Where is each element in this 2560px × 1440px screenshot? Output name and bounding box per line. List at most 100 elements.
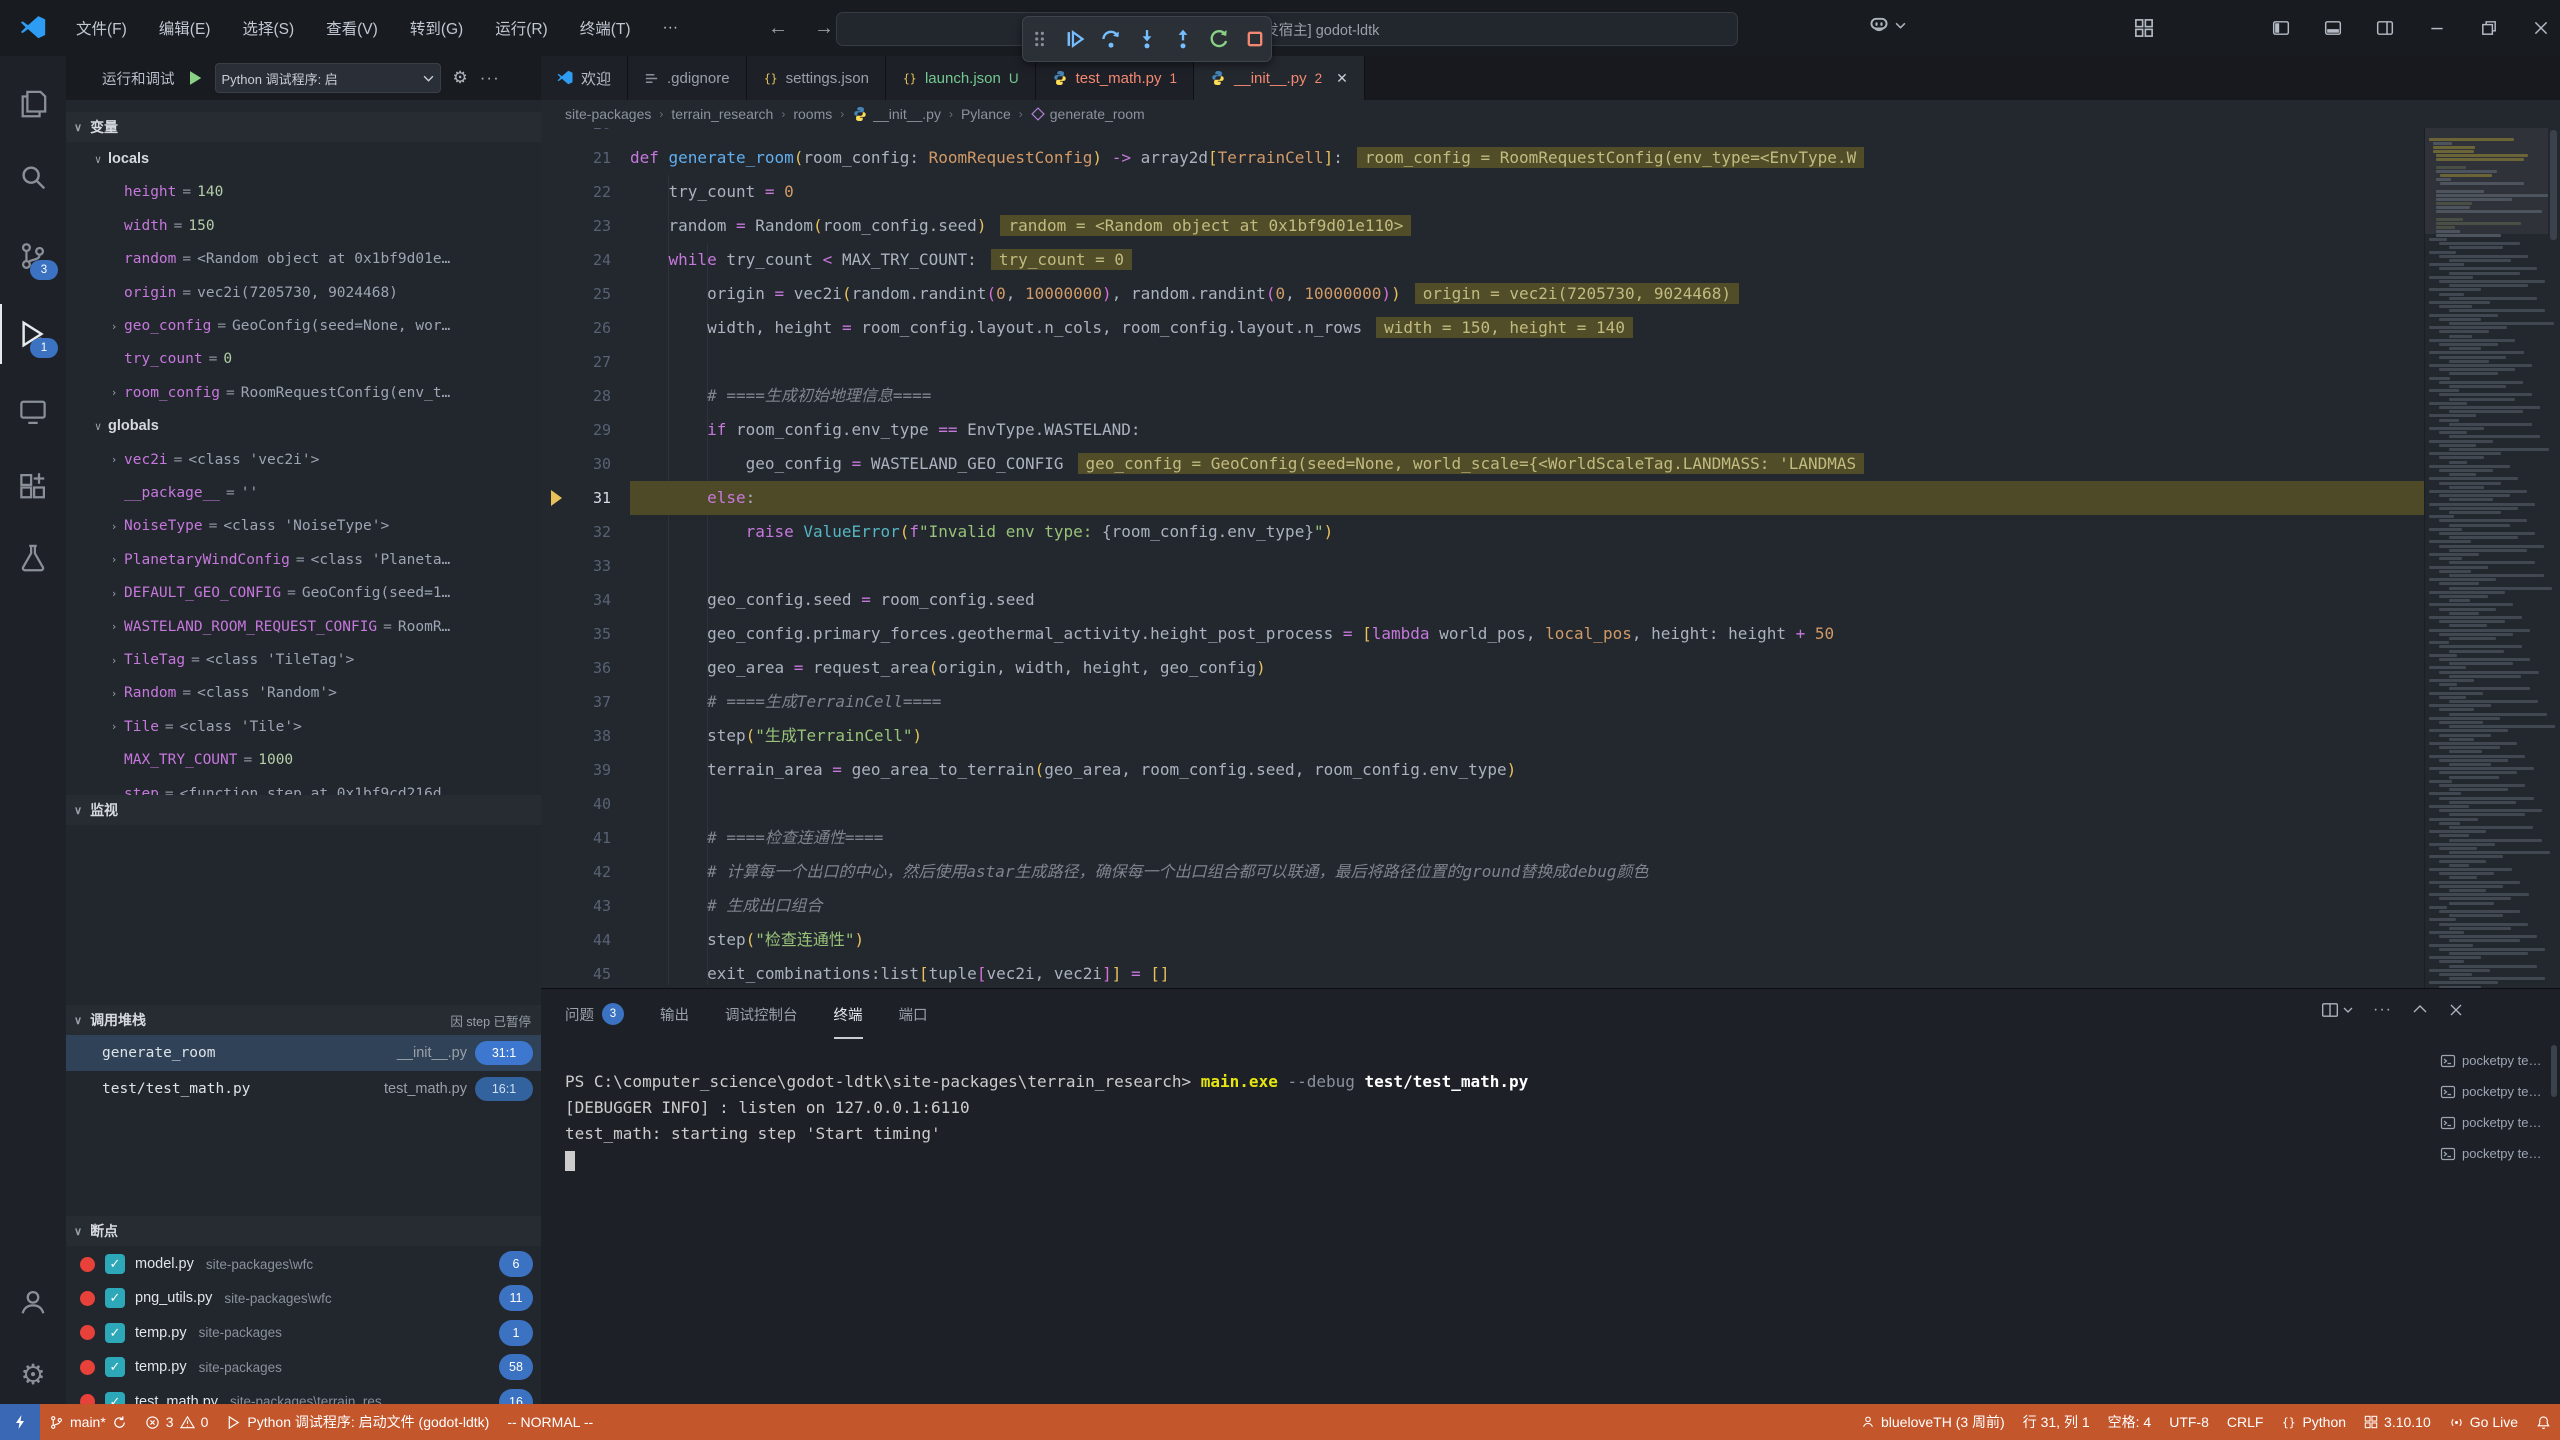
status-item-空格: 4[interactable]: 空格: 4	[2099, 1404, 2161, 1440]
code-line-41[interactable]: 41 # ====检查连通性====	[541, 821, 2424, 855]
restart-icon[interactable]	[1206, 26, 1232, 52]
variable-row[interactable]: MAX_TRY_COUNT=1000	[66, 743, 541, 777]
tab-__init__.py[interactable]: __init__.py2✕	[1194, 56, 1365, 100]
section-breakpoints[interactable]: ∨断点	[66, 1216, 541, 1246]
tab-settings.json[interactable]: {}settings.json	[747, 56, 886, 100]
maximize-panel-icon[interactable]	[2412, 1002, 2428, 1018]
menu-运行(R)[interactable]: 运行(R)	[481, 11, 562, 45]
minimize-icon[interactable]	[2428, 19, 2446, 37]
code-line-31[interactable]: 31 else:	[541, 481, 2424, 515]
status-item-main*[interactable]: main*	[40, 1404, 136, 1440]
status-item-Go Live[interactable]: Go Live	[2440, 1404, 2527, 1440]
code-line-30[interactable]: 30 geo_config = WASTELAND_GEO_CONFIGgeo_…	[541, 447, 2424, 481]
code-line-22[interactable]: 22 try_count = 0	[541, 175, 2424, 209]
variable-row[interactable]: ›DEFAULT_GEO_CONFIG=GeoConfig(seed=1…	[66, 576, 541, 610]
code-editor[interactable]: 2021def generate_room(room_config: RoomR…	[541, 128, 2424, 988]
breadcrumb-item[interactable]: Pylance	[961, 106, 1011, 122]
close-tab-icon[interactable]: ✕	[1336, 70, 1348, 87]
tab-test_math.py[interactable]: test_math.py1	[1036, 56, 1194, 100]
breakpoint-checkbox[interactable]: ✓	[105, 1254, 125, 1274]
code-line-43[interactable]: 43 # 生成出口组合	[541, 889, 2424, 923]
explorer-icon[interactable]	[0, 74, 66, 134]
close-window-icon[interactable]	[2532, 19, 2550, 37]
status-item-3[interactable]: 30	[136, 1404, 218, 1440]
breadcrumb-item[interactable]: site-packages	[565, 106, 651, 122]
breakpoint-checkbox[interactable]: ✓	[105, 1357, 125, 1377]
breakpoint-checkbox[interactable]: ✓	[105, 1288, 125, 1308]
breadcrumb-item[interactable]: terrain_research	[671, 106, 773, 122]
variable-row[interactable]: ›WASTELAND_ROOM_REQUEST_CONFIG=RoomR…	[66, 610, 541, 644]
continue-icon[interactable]	[1062, 26, 1088, 52]
editor-scrollbar[interactable]	[2547, 128, 2560, 988]
code-line-33[interactable]: 33	[541, 549, 2424, 583]
variable-row[interactable]: random=<Random object at 0x1bf9d01e…	[66, 242, 541, 276]
menu-查看(V)[interactable]: 查看(V)	[312, 11, 392, 45]
settings-gear-icon[interactable]: ⚙	[0, 1344, 66, 1404]
breakpoint-checkbox[interactable]: ✓	[105, 1323, 125, 1343]
status-item[interactable]	[2527, 1404, 2560, 1440]
terminal-list-item[interactable]: pocketpy te…	[2432, 1076, 2560, 1107]
breakpoint-row[interactable]: ✓temp.pysite-packages58	[66, 1350, 541, 1384]
forward-icon[interactable]: →	[814, 17, 834, 40]
search-sidebar-icon[interactable]	[0, 148, 66, 208]
terminal-list-item[interactable]: pocketpy te…	[2432, 1107, 2560, 1138]
variable-row[interactable]: try_count=0	[66, 342, 541, 376]
status-item-Python 调试程序: 启动文件 (godot-ldtk)[interactable]: Python 调试程序: 启动文件 (godot-ldtk)	[217, 1404, 498, 1440]
menu-编辑(E)[interactable]: 编辑(E)	[145, 11, 225, 45]
variable-row[interactable]: ›NoiseType=<class 'NoiseType'>	[66, 509, 541, 543]
variable-row[interactable]: ›Random=<class 'Random'>	[66, 676, 541, 710]
panel-tab-终端[interactable]: 终端	[834, 989, 863, 1039]
breakpoint-row[interactable]: ✓model.pysite-packages\wfc6	[66, 1247, 541, 1281]
tab-欢迎[interactable]: 欢迎	[541, 56, 628, 100]
callstack-frame[interactable]: test/test_math.pytest_math.py16:1	[66, 1071, 541, 1107]
variable-row[interactable]: ›PlanetaryWindConfig=<class 'Planeta…	[66, 543, 541, 577]
command-center-search[interactable]: [扩展开发宿主] godot-ldtk	[836, 12, 1738, 46]
menu-文件(F)[interactable]: 文件(F)	[62, 11, 141, 45]
step-into-icon[interactable]	[1134, 26, 1160, 52]
code-line-36[interactable]: 36 geo_area = request_area(origin, width…	[541, 651, 2424, 685]
breakpoint-row[interactable]: ✓temp.pysite-packages1	[66, 1316, 541, 1350]
panel-tab-调试控制台[interactable]: 调试控制台	[725, 989, 798, 1039]
status-item-UTF-8[interactable]: UTF-8	[2160, 1404, 2218, 1440]
variable-row[interactable]: ›Tile=<class 'Tile'>	[66, 710, 541, 744]
terminal-list-item[interactable]: pocketpy te…	[2432, 1138, 2560, 1169]
code-line-25[interactable]: 25 origin = vec2i(random.randint(0, 1000…	[541, 277, 2424, 311]
variable-row[interactable]: ›vec2i=<class 'vec2i'>	[66, 443, 541, 477]
breadcrumb-item[interactable]: __init__.py	[852, 106, 941, 122]
minimap[interactable]	[2424, 128, 2548, 988]
code-line-21[interactable]: 21def generate_room(room_config: RoomReq…	[541, 141, 2424, 175]
terminal-output[interactable]: PS C:\computer_science\godot-ldtk\site-p…	[565, 1069, 2405, 1173]
menu-终端(T)[interactable]: 终端(T)	[566, 11, 645, 45]
drag-grip-icon[interactable]	[1026, 26, 1052, 52]
split-terminal-button[interactable]	[2321, 1001, 2353, 1019]
code-line-24[interactable]: 24 while try_count < MAX_TRY_COUNT:try_c…	[541, 243, 2424, 277]
section-callstack[interactable]: ∨调用堆栈因 step 已暂停	[66, 1005, 541, 1035]
status-item-CRLF[interactable]: CRLF	[2218, 1404, 2273, 1440]
customize-layout-icon[interactable]	[2134, 18, 2154, 38]
code-line-29[interactable]: 29 if room_config.env_type == EnvType.WA…	[541, 413, 2424, 447]
extensions-icon[interactable]	[0, 456, 66, 516]
code-line-44[interactable]: 44 step("检查连通性")	[541, 923, 2424, 957]
account-icon[interactable]	[0, 1272, 66, 1332]
status-item--- NORMAL --[interactable]: -- NORMAL --	[498, 1404, 602, 1440]
callstack-frame[interactable]: generate_room__init__.py31:1	[66, 1035, 541, 1071]
panel-tab-问题[interactable]: 问题3	[565, 989, 624, 1039]
toggle-panel-icon[interactable]	[2324, 19, 2342, 37]
code-line-27[interactable]: 27	[541, 345, 2424, 379]
panel-tab-输出[interactable]: 输出	[660, 989, 689, 1039]
remote-explorer-icon[interactable]	[0, 382, 66, 442]
code-line-34[interactable]: 34 geo_config.seed = room_config.seed	[541, 583, 2424, 617]
code-line-26[interactable]: 26 width, height = room_config.layout.n_…	[541, 311, 2424, 345]
breakpoint-row[interactable]: ✓png_utils.pysite-packages\wfc11	[66, 1281, 541, 1315]
code-line-35[interactable]: 35 geo_config.primary_forces.geothermal_…	[541, 617, 2424, 651]
variable-row[interactable]: origin=vec2i(7205730, 9024468)	[66, 276, 541, 310]
variable-group-locals[interactable]: ∨locals	[66, 142, 541, 176]
menu-···[interactable]: ···	[649, 13, 693, 43]
variable-row[interactable]: __package__=''	[66, 476, 541, 510]
code-line-42[interactable]: 42 # 计算每一个出口的中心，然后使用astar生成路径，确保每一个出口组合都…	[541, 855, 2424, 889]
breakpoint-checkbox[interactable]: ✓	[105, 1392, 125, 1404]
tab-launch.json[interactable]: {}launch.jsonU	[886, 56, 1036, 100]
section-variables[interactable]: ∨变量	[66, 112, 541, 142]
source-control-icon[interactable]: 3	[0, 226, 66, 286]
tab-.gdignore[interactable]: .gdignore	[628, 56, 747, 100]
